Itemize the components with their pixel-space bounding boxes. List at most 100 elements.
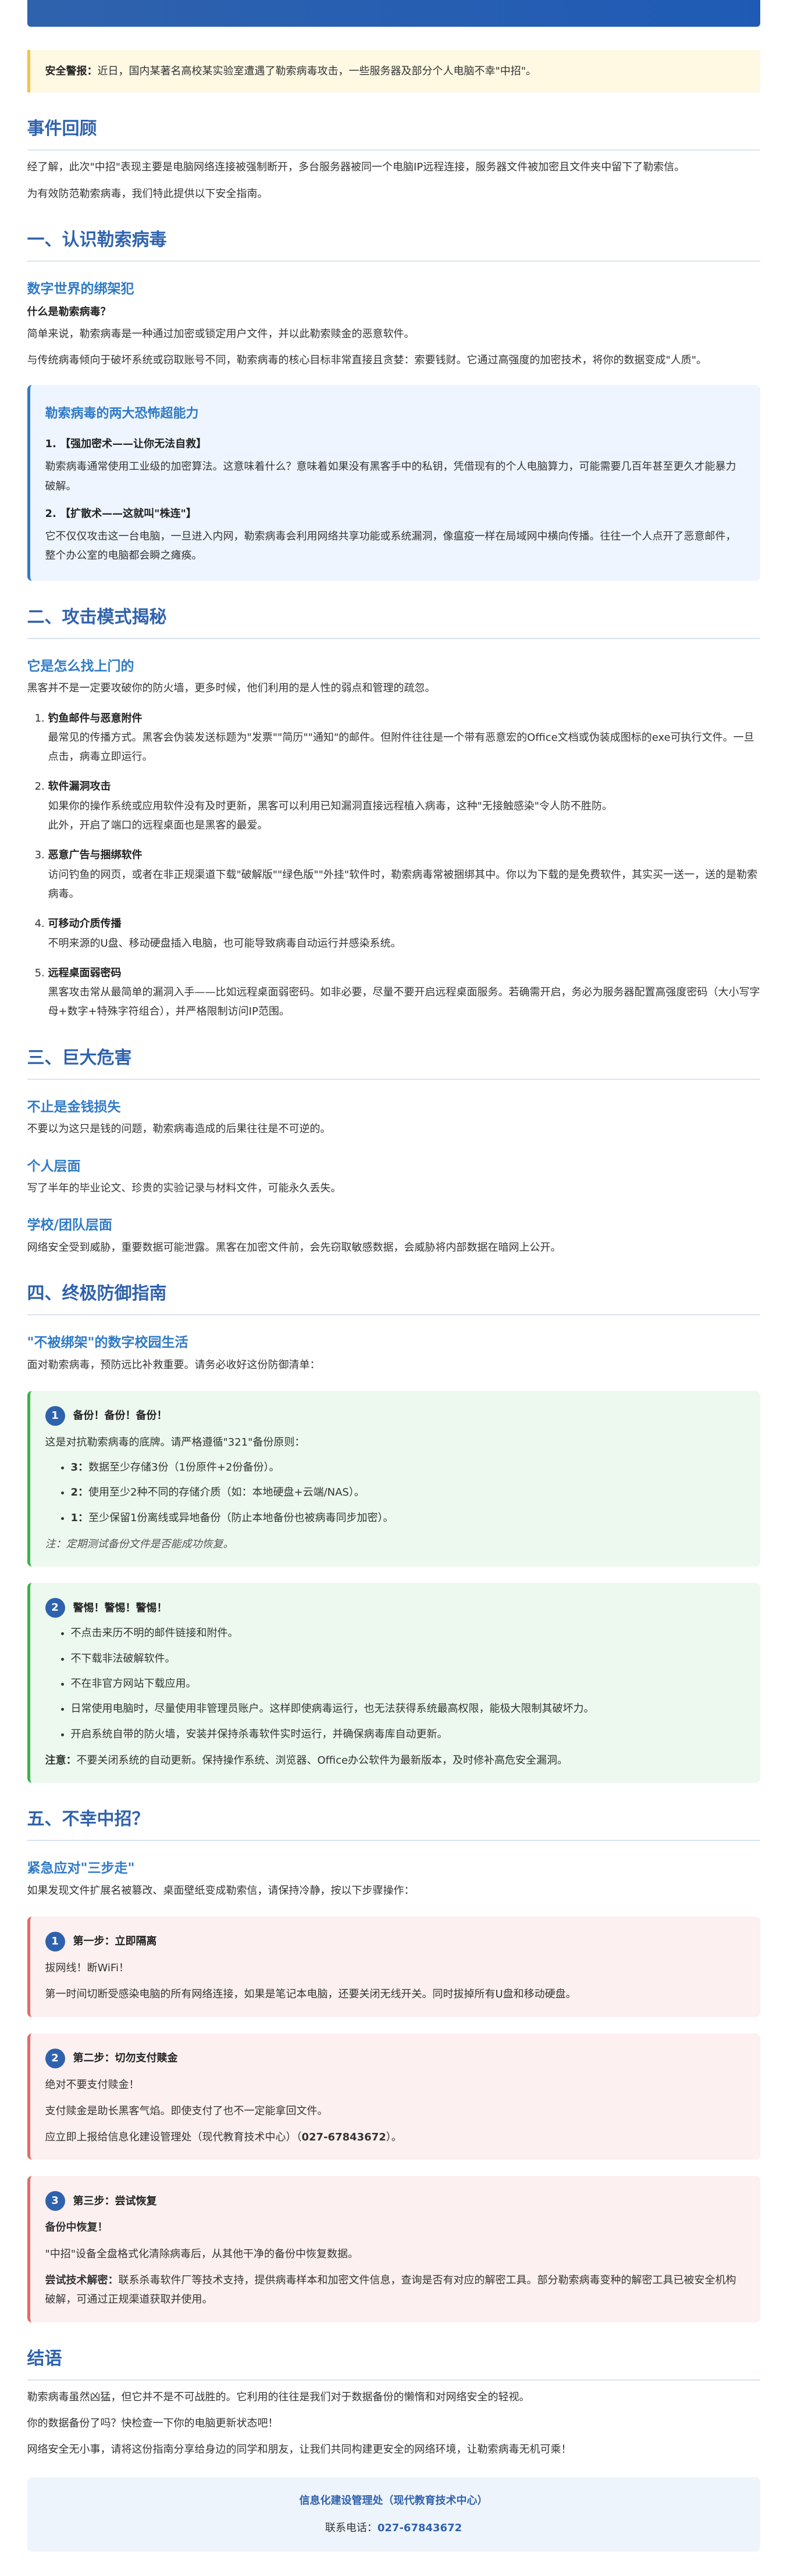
section-3-subtitle-2: 个人层面 xyxy=(27,1158,81,1174)
section-title-review: 事件回顾 xyxy=(27,117,760,151)
phone-label: 联系电话： xyxy=(325,2521,378,2534)
attack-list: 钓鱼邮件与恶意附件 最常见的传播方式。黑客会伪装发送标题为"发票""简历""通知… xyxy=(27,709,760,1022)
conclusion-p3: 网络安全无小事，请将这份指南分享给身边的同学和朋友，让我们共同构建更安全的网络环… xyxy=(27,2443,572,2456)
content: 安全警报：近日，国内某著名高校某实验室遭遇了勒索病毒攻击，一些服务器及部分个人电… xyxy=(27,50,760,2552)
attack-desc: 不明来源的U盘、移动硬盘插入电脑，也可能导致病毒自动运行并感染系统。 xyxy=(48,937,401,950)
list-item: 开启系统自带的防火墙，安装并保持杀毒软件实时运行，并确保病毒库自动更新。 xyxy=(71,1725,745,1744)
list-item: 不在非官方网站下载应用。 xyxy=(71,1674,745,1693)
section-title-5: 五、不幸中招？ xyxy=(27,1807,760,1842)
section-3-subtitle-1: 不止是金钱损失 xyxy=(27,1099,121,1115)
vigilance-list: 不点击来历不明的邮件链接和附件。 不下载非法破解软件。 不在非官方网站下载应用。… xyxy=(45,1624,745,1743)
section-3-paragraph-1: 不要以为这只是钱的问题，勒索病毒造成的后果往往是不可逆的。 xyxy=(27,1123,331,1136)
section-title-1: 一、认识勒索病毒 xyxy=(27,228,760,262)
list-item: 日常使用电脑时，尽量使用非管理员账户。这样即使病毒运行，也无法获得系统最高权限，… xyxy=(71,1699,745,1718)
decrypt-text: 联系杀毒软件厂等技术支持，提供病毒样本和加密文件信息，查询是否有对应的解密工具。… xyxy=(45,2274,736,2306)
backup-note: 注：定期测试备份文件是否能成功恢复。 xyxy=(45,1538,234,1551)
card-title: 第一步：立即隔离 xyxy=(73,1935,157,1948)
footer-phone-line: 联系电话：027-67843672 xyxy=(39,2518,749,2538)
section-3-paragraph-3: 网络安全受到威胁，重要数据可能泄露。黑客在加密文件前，会先窃取敏感数据，会威胁将… xyxy=(27,1241,561,1254)
section-2-intro: 黑客并不是一定要攻破你的防火墙，更多时候，他们利用的是人性的弱点和管理的疏忽。 xyxy=(27,682,436,695)
phone-number: 027-67843672 xyxy=(377,2521,462,2534)
section-1-question: 什么是勒索病毒？ xyxy=(27,306,111,319)
conclusion-p2: 你的数据备份了吗？快检查一下你的电脑更新状态吧！ xyxy=(27,2417,279,2429)
section-3-paragraph-2: 写了半年的毕业论文、珍贵的实验记录与材料文件，可能永久丢失。 xyxy=(27,1182,341,1194)
step-number-badge: 2 xyxy=(45,2048,65,2068)
note-label: 注意： xyxy=(45,1754,77,1767)
backup-card: 1 备份！备份！备份！ 这是对抗勒索病毒的底牌。请严格遵循"321"备份原则： … xyxy=(27,1390,760,1567)
step-number-badge: 2 xyxy=(45,1598,65,1618)
card-header: 1 备份！备份！备份！ xyxy=(45,1405,745,1426)
section-2-subtitle: 它是怎么找上门的 xyxy=(27,658,134,674)
top-banner xyxy=(27,0,760,27)
ability-2-desc: 它不仅仅攻击这一台电脑，一旦进入内网，勒索病毒会利用网络共享功能或系统漏洞，像瘟… xyxy=(45,530,736,562)
ransomware-abilities-box: 勒索病毒的两大恐怖超能力 1. 【强加密术——让你无法自救】 勒索病毒通常使用工… xyxy=(27,385,760,581)
footer-org: 信息化建设管理处（现代教育技术中心） xyxy=(299,2494,488,2507)
card-title: 第二步：切勿支付赎金 xyxy=(73,2051,178,2064)
section-1-subtitle: 数字世界的绑架犯 xyxy=(27,281,134,297)
vigilance-card: 2 警惕！警惕！警惕！ 不点击来历不明的邮件链接和附件。 不下载非法破解软件。 … xyxy=(27,1583,760,1783)
section-title-conclusion: 结语 xyxy=(27,2347,760,2381)
step-3-lead-text: 备份中恢复！ xyxy=(45,2221,108,2234)
list-item: 恶意广告与捆绑软件 访问钓鱼的网页，或者在非正规渠道下载"破解版""绿色版""外… xyxy=(48,845,760,904)
step-2-p2: 支付赎金是助长黑客气焰。即使支付了也不一定能拿回文件。 xyxy=(45,2104,328,2117)
report-text-end: ）。 xyxy=(386,2131,402,2144)
card-header: 2 第二步：切勿支付赎金 xyxy=(45,2048,745,2068)
step-1-desc: 第一时间切断受感染电脑的所有网络连接，如果是笔记本电脑，还要关闭无线开关。同时拔… xyxy=(45,1988,576,2001)
attack-desc: 如果你的操作系统或应用软件没有及时更新，黑客可以利用已知漏洞直接远程植入病毒，这… xyxy=(48,800,613,812)
step-3-lead: 备份中恢复！ xyxy=(45,2218,745,2237)
step-2-card: 2 第二步：切勿支付赎金 绝对不要支付赎金！ 支付赎金是助长黑客气焰。即使支付了… xyxy=(27,2033,760,2160)
ability-2-title: 2. 【扩散术——这就叫"株连"】 xyxy=(45,507,197,520)
attack-title: 恶意广告与捆绑软件 xyxy=(48,849,143,862)
step-3-p1: "中招"设备全盘格式化清除病毒后，从其他干净的备份中恢复数据。 xyxy=(45,2247,359,2260)
review-paragraph-1: 经了解，此次"中招"表现主要是电脑网络连接被强制断开，多台服务器被同一个电脑IP… xyxy=(27,161,685,174)
vigilance-note: 注意：不要关闭系统的自动更新。保持操作系统、浏览器、Office办公软件为最新版… xyxy=(45,1751,745,1770)
alert-text: 近日，国内某著名高校某实验室遭遇了勒索病毒攻击，一些服务器及部分个人电脑不幸"中… xyxy=(97,65,537,77)
rule-key: 2： xyxy=(70,1486,89,1499)
section-1-paragraph-1: 简单来说，勒索病毒是一种通过加密或锁定用户文件，并以此勒索赎金的恶意软件。 xyxy=(27,327,415,340)
step-2-p3: 应立即上报给信息化建设管理处（现代教育技术中心）（027-67843672）。 xyxy=(45,2128,745,2147)
list-item: 软件漏洞攻击 如果你的操作系统或应用软件没有及时更新，黑客可以利用已知漏洞直接远… xyxy=(48,777,760,835)
attack-title: 可移动介质传播 xyxy=(48,918,122,930)
card-header: 3 第三步：尝试恢复 xyxy=(45,2191,745,2211)
alert-label: 安全警报： xyxy=(45,65,98,77)
step-number-badge: 1 xyxy=(45,1931,65,1951)
attack-title: 软件漏洞攻击 xyxy=(48,780,111,793)
section-title-4: 四、终极防御指南 xyxy=(27,1282,760,1316)
ability-1-title: 1. 【强加密术——让你无法自救】 xyxy=(45,437,207,450)
step-1-card: 1 第一步：立即隔离 拔网线！断WiFi！ 第一时间切断受感染电脑的所有网络连接… xyxy=(27,1916,760,2017)
attack-desc: 最常见的传播方式。黑客会伪装发送标题为"发票""简历""通知"的邮件。但附件往往… xyxy=(48,731,754,763)
card-title: 备份！备份！备份！ xyxy=(73,1410,168,1422)
attack-desc-extra: 此外，开启了端口的远程桌面也是黑客的最爱。 xyxy=(48,819,268,832)
list-item: 可移动介质传播 不明来源的U盘、移动硬盘插入电脑，也可能导致病毒自动运行并感染系… xyxy=(48,914,760,953)
backup-rules: 3：数据至少存储3份（1份原件+2份备份）。 2：使用至少2种不同的存储介质（如… xyxy=(45,1458,745,1528)
list-item: 不点击来历不明的邮件链接和附件。 xyxy=(71,1624,745,1643)
report-text: 应立即上报给信息化建设管理处（现代教育技术中心）（ xyxy=(45,2131,302,2144)
page: 安全警报：近日，国内某著名高校某实验室遭遇了勒索病毒攻击，一些服务器及部分个人电… xyxy=(0,0,787,2575)
card-header: 1 第一步：立即隔离 xyxy=(45,1931,745,1951)
rule-value: 至少保留1份离线或异地备份（防止本地备份也被病毒同步加密）。 xyxy=(88,1511,394,1524)
backup-lead: 这是对抗勒索病毒的底牌。请严格遵循"321"备份原则： xyxy=(45,1436,305,1448)
list-item: 远程桌面弱密码 黑客攻击常从最简单的漏洞入手——比如远程桌面弱密码。如非必要，尽… xyxy=(48,964,760,1022)
attack-title: 钓鱼邮件与恶意附件 xyxy=(48,712,143,725)
card-header: 2 警惕！警惕！警惕！ xyxy=(45,1598,745,1618)
section-1-paragraph-2: 与传统病毒倾向于破坏系统或窃取账号不同，勒索病毒的核心目标非常直接且贪婪：索要钱… xyxy=(27,354,707,366)
section-3-subtitle-3: 学校/团队层面 xyxy=(27,1218,112,1233)
card-title: 警惕！警惕！警惕！ xyxy=(73,1601,168,1614)
section-4-subtitle: "不被绑架"的数字校园生活 xyxy=(27,1335,188,1351)
section-5-subtitle: 紧急应对"三步走" xyxy=(27,1861,135,1876)
rule-key: 3： xyxy=(70,1461,89,1474)
decrypt-label: 尝试技术解密： xyxy=(45,2274,119,2287)
section-4-intro: 面对勒索病毒，预防远比补救重要。请务必收好这份防御清单： xyxy=(27,1358,321,1371)
ability-1-desc: 勒索病毒通常使用工业级的加密算法。这意味着什么？意味着如果没有黑客手中的私钥，凭… xyxy=(45,461,736,493)
attack-desc: 访问钓鱼的网页，或者在非正规渠道下载"破解版""绿色版""外挂"软件时，勒索病毒… xyxy=(48,868,758,900)
list-item: 1：至少保留1份离线或异地备份（防止本地备份也被病毒同步加密）。 xyxy=(71,1508,745,1528)
rule-value: 使用至少2种不同的存储介质（如：本地硬盘+云端/NAS）。 xyxy=(88,1486,365,1499)
card-title: 第三步：尝试恢复 xyxy=(73,2195,157,2207)
list-item: 3：数据至少存储3份（1份原件+2份备份）。 xyxy=(71,1458,745,1477)
step-number-badge: 3 xyxy=(45,2191,65,2211)
step-3-p2: 尝试技术解密：联系杀毒软件厂等技术支持，提供病毒样本和加密文件信息，查询是否有对… xyxy=(45,2271,745,2310)
step-1-lead: 拔网线！断WiFi！ xyxy=(45,1961,129,1974)
section-title-2: 二、攻击模式揭秘 xyxy=(27,605,760,639)
step-number-badge: 1 xyxy=(45,1405,65,1426)
step-2-p1: 绝对不要支付赎金！ xyxy=(45,2078,140,2091)
